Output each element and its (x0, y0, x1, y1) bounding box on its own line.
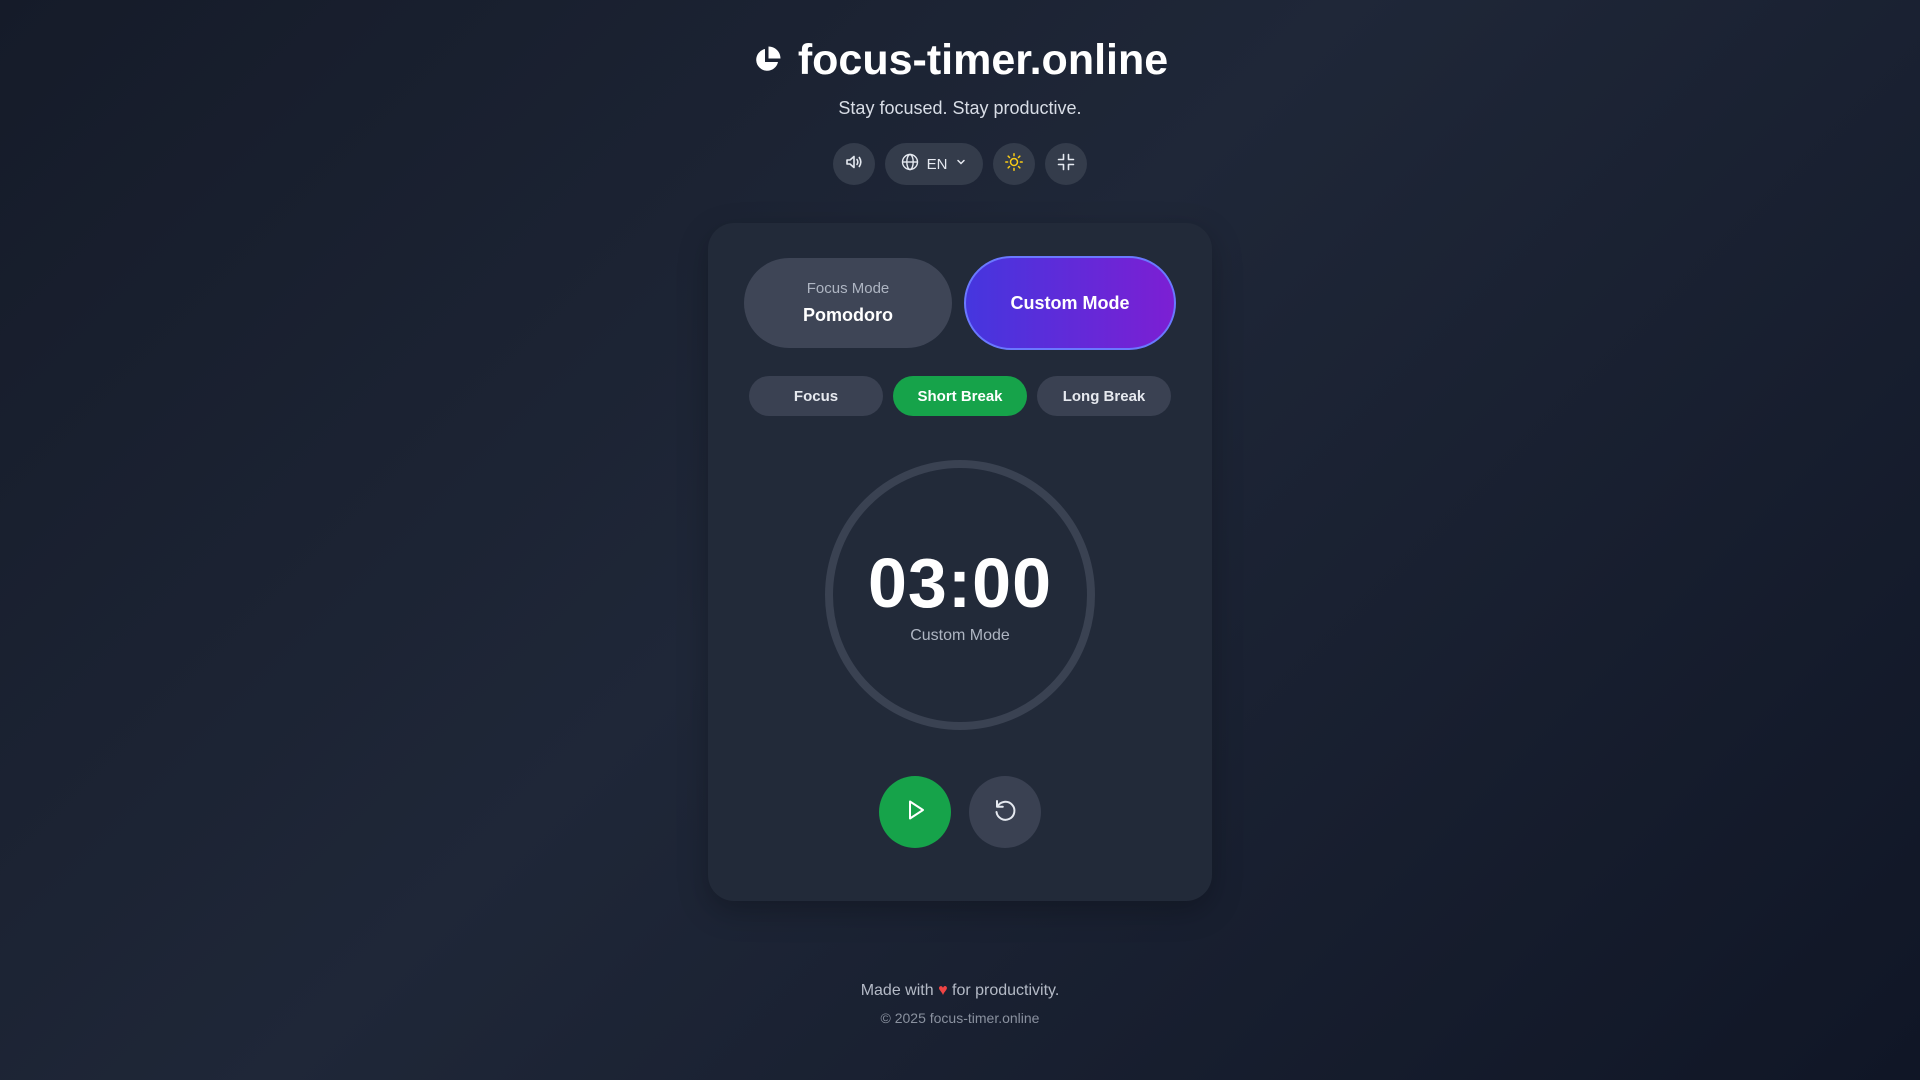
header: focus-timer.online Stay focused. Stay pr… (0, 30, 1920, 119)
footer-for-productivity: for productivity. (952, 982, 1060, 999)
sound-toggle-button[interactable] (833, 143, 875, 185)
globe-icon (901, 153, 919, 176)
sun-icon (1004, 152, 1024, 177)
footer: Made with ♥ for productivity. © 2025 foc… (0, 982, 1920, 1026)
title-row: focus-timer.online (0, 30, 1920, 90)
collapse-icon (1057, 153, 1075, 176)
fullscreen-toggle-button[interactable] (1045, 143, 1087, 185)
theme-toggle-button[interactable] (993, 143, 1035, 185)
footer-made-with: Made with (860, 982, 934, 999)
custom-mode-button[interactable]: Custom Mode (964, 256, 1176, 350)
language-select[interactable]: EN (885, 143, 983, 185)
copyright-text: © 2025 focus-timer.online (880, 1010, 1040, 1026)
play-icon (902, 797, 928, 828)
timer-mode-label: Custom Mode (910, 627, 1010, 644)
tab-long-break[interactable]: Long Break (1037, 376, 1171, 416)
language-value: EN (926, 155, 948, 173)
pie-timer-icon (752, 45, 782, 75)
footer-tagline: Made with ♥ for productivity. (0, 982, 1920, 1000)
start-button[interactable] (879, 776, 951, 848)
speaker-icon (844, 152, 864, 177)
timer-display: 03:00 Custom Mode (824, 459, 1096, 731)
tab-focus[interactable]: Focus (749, 376, 883, 416)
pomodoro-mode-button[interactable]: Focus Mode Pomodoro (744, 258, 952, 348)
pomodoro-mode-caption: Focus Mode (806, 280, 890, 297)
reset-icon (992, 797, 1018, 828)
page-title: focus-timer.online (797, 35, 1169, 84)
tab-short-break[interactable]: Short Break (893, 376, 1027, 416)
heart-icon: ♥ (938, 982, 948, 999)
timer-controls (879, 776, 1041, 848)
custom-mode-label: Custom Mode (1010, 292, 1130, 313)
phase-tabs: Focus Short Break Long Break (749, 376, 1171, 416)
pomodoro-mode-label: Pomodoro (803, 305, 893, 325)
chevron-down-icon (955, 155, 967, 173)
reset-button[interactable] (969, 776, 1041, 848)
toolbar: EN (0, 143, 1920, 185)
time-readout: 03:00 (867, 544, 1053, 622)
timer-card: Focus Mode Pomodoro Custom Mode Focus Sh… (708, 223, 1212, 901)
page-subtitle: Stay focused. Stay productive. (838, 98, 1082, 118)
mode-selector: Focus Mode Pomodoro Custom Mode (744, 256, 1176, 350)
